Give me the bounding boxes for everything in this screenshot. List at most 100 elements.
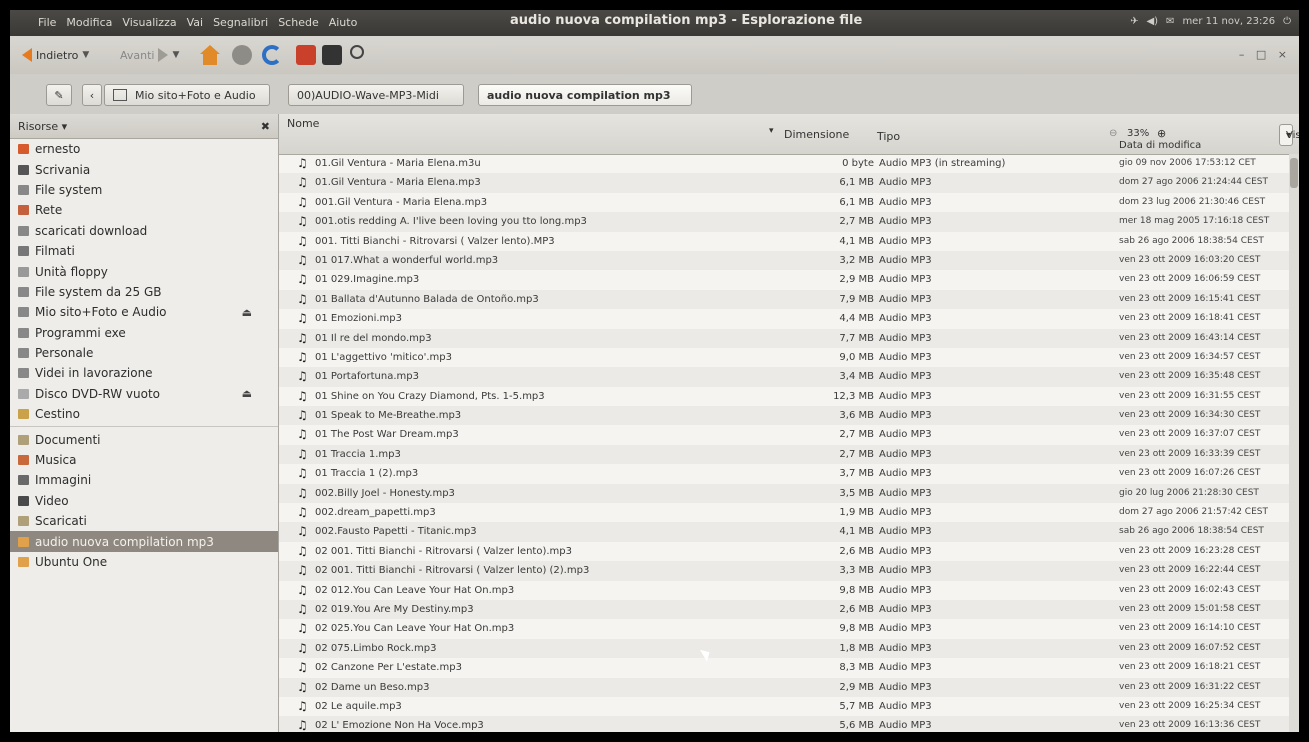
table-row[interactable]: ♫ 01 Emozioni.mp3 4,4 MB Audio MP3 ven 23 ot… — [279, 309, 1299, 328]
eject-icon[interactable]: ⏏ — [242, 387, 252, 400]
close-window-icon[interactable]: × — [1278, 48, 1291, 61]
table-row[interactable]: ♫ 02 Le aquile.mp3 5,7 MB Audio MP3 ven 23 o… — [279, 697, 1299, 716]
image-view-icon[interactable] — [296, 45, 316, 65]
table-row[interactable]: ♫ 02 025.You Can Leave Your Hat On.mp3 9,8… — [279, 619, 1299, 638]
sidebar-item[interactable]: Personale — [10, 343, 278, 363]
sort-arrow-icon[interactable]: ▾ — [769, 126, 774, 136]
table-row[interactable]: ♫ 01 Traccia 1.mp3 2,7 MB Audio MP3 ven 23 o… — [279, 444, 1299, 465]
stop-icon[interactable] — [232, 45, 252, 65]
power-icon[interactable]: ⏻ — [1283, 16, 1291, 27]
path-left-button[interactable]: ‹ — [82, 84, 102, 106]
table-row[interactable]: ♫ 01 Portafortuna.mp3 3,4 MB Audio MP3 ven 2… — [279, 367, 1299, 387]
sidebar-header[interactable]: Risorse ▾ ✖ — [10, 114, 278, 139]
zoom-out-icon[interactable]: ⊖ — [1109, 128, 1117, 139]
menu-vai[interactable]: Vai — [187, 16, 203, 29]
table-row[interactable]: ♫ 02 019.You Are My Destiny.mp3 2,6 MB Audi… — [279, 599, 1299, 620]
table-row[interactable]: ♫ 02 Canzone Per L'estate.mp3 8,3 MB Audio … — [279, 658, 1299, 677]
menu-schede[interactable]: Schede — [278, 16, 319, 29]
volume-icon[interactable]: ◀) — [1146, 16, 1158, 27]
minimize-icon[interactable]: – — [1239, 48, 1249, 61]
sidebar-item[interactable]: Videi in lavorazione — [10, 363, 278, 383]
close-sidebar-icon[interactable]: ✖ — [261, 120, 270, 133]
sidebar-item[interactable]: Ubuntu One — [10, 552, 278, 572]
menu-segnalibri[interactable]: Segnalibri — [213, 16, 268, 29]
sidebar-item[interactable]: Cestino — [10, 404, 278, 424]
sidebar-item[interactable]: Programmi exe — [10, 323, 278, 343]
scrollbar-thumb[interactable] — [1290, 158, 1298, 188]
sidebar-item[interactable]: Filmati — [10, 241, 278, 261]
sidebar-item[interactable]: Disco DVD-RW vuoto ⏏ — [10, 384, 278, 404]
menu-file[interactable]: File — [38, 16, 56, 29]
crumb-mio-sito[interactable]: Mio sito+Foto e Audio — [104, 84, 270, 106]
table-row[interactable]: ♫ 01 017.What a wonderful world.mp3 3,2 MB… — [279, 250, 1299, 271]
sidebar-item[interactable]: Documenti — [10, 429, 278, 449]
vertical-scrollbar[interactable] — [1289, 154, 1299, 732]
file-type: Audio MP3 — [879, 274, 932, 286]
sidebar-item[interactable]: Rete — [10, 200, 278, 220]
table-row[interactable]: ♫ 001.Gil Ventura - Maria Elena.mp3 6,1 MB… — [279, 193, 1299, 212]
computer-icon[interactable] — [322, 45, 342, 65]
search-icon[interactable] — [350, 45, 364, 59]
clock[interactable]: mer 11 nov, 23:26 — [1182, 16, 1275, 27]
sidebar-item[interactable]: Video — [10, 491, 278, 511]
zoom-in-icon[interactable]: ⊕ — [1157, 127, 1166, 140]
table-row[interactable]: ♫ 002.Billy Joel - Honesty.mp3 3,5 MB Audio… — [279, 483, 1299, 504]
column-date[interactable]: Data di modifica — [1119, 140, 1201, 151]
table-row[interactable]: ♫ 002.dream_papetti.mp3 1,9 MB Audio MP3 dom… — [279, 503, 1299, 522]
forward-button[interactable]: Avanti ▼ — [120, 45, 179, 65]
table-row[interactable]: ♫ 01 The Post War Dream.mp3 2,7 MB Audio MP… — [279, 425, 1299, 444]
sidebar-item[interactable]: Mio sito+Foto e Audio ⏏ — [10, 302, 278, 322]
menu-modifica[interactable]: Modifica — [66, 16, 112, 29]
table-row[interactable]: ♫ 002.Fausto Papetti - Titanic.mp3 4,1 MB A… — [279, 522, 1299, 542]
music-note-icon: ♫ — [297, 698, 308, 713]
table-row[interactable]: ♫ 01 029.Imagine.mp3 2,9 MB Audio MP3 ven 23… — [279, 270, 1299, 289]
sidebar-item[interactable]: File system da 25 GB — [10, 282, 278, 302]
crumb-audio-wave[interactable]: 00)AUDIO-Wave-MP3-Midi — [288, 84, 464, 106]
eject-icon[interactable]: ⏏ — [242, 306, 252, 319]
sidebar-item[interactable]: Scrivania — [10, 159, 278, 179]
table-row[interactable]: ♫ 001. Titti Bianchi - Ritrovarsi ( Valze… — [279, 232, 1299, 251]
table-row[interactable]: ♫ 001.otis redding A. I'live been loving … — [279, 212, 1299, 232]
table-row[interactable]: ♫ 01 Ballata d'Autunno Balada de Ontoño.m… — [279, 289, 1299, 310]
table-row[interactable]: ♫ 01 L'aggettivo 'mitico'.mp3 9,0 MB Audio … — [279, 348, 1299, 367]
menu-visualizza[interactable]: Visualizza — [122, 16, 176, 29]
home-icon[interactable] — [200, 45, 220, 65]
reload-icon[interactable] — [262, 45, 282, 65]
table-row[interactable]: ♫ 02 L' Emozione Non Ha Voce.mp3 5,6 MB Aud… — [279, 716, 1299, 732]
sidebar-item[interactable]: Musica — [10, 450, 278, 470]
maximize-icon[interactable]: □ — [1256, 48, 1270, 61]
table-row[interactable]: ♫ 01.Gil Ventura - Maria Elena.m3u 0 byte A… — [279, 154, 1299, 173]
view-mode-select[interactable]: Vista a elenco ▾ — [1279, 124, 1299, 146]
sidebar-item[interactable]: Unità floppy — [10, 261, 278, 281]
sidebar-item[interactable]: Immagini — [10, 470, 278, 490]
edit-location-button[interactable]: ✎ — [46, 84, 72, 106]
sidebar-item[interactable]: File system — [10, 180, 278, 200]
table-row[interactable]: ♫ 02 001. Titti Bianchi - Ritrovarsi ( Va… — [279, 542, 1299, 561]
menu-aiuto[interactable]: Aiuto — [329, 16, 358, 29]
column-type[interactable]: Tipo — [877, 130, 900, 143]
table-row[interactable]: ♫ 02 012.You Can Leave Your Hat On.mp3 9,8… — [279, 581, 1299, 600]
file-date: ven 23 ott 2009 16:22:44 CEST — [1119, 565, 1261, 576]
column-size[interactable]: Dimensione — [784, 128, 849, 141]
crumb-current-folder[interactable]: audio nuova compilation mp3 — [478, 84, 692, 106]
network-icon[interactable]: ✈ — [1130, 16, 1138, 27]
table-row[interactable]: ♫ 01 Il re del mondo.mp3 7,7 MB Audio MP3 ve… — [279, 328, 1299, 348]
column-name[interactable]: Nome — [287, 117, 319, 130]
table-row[interactable]: ♫ 02 075.Limbo Rock.mp3 1,8 MB Audio MP3 ven… — [279, 638, 1299, 659]
mail-icon[interactable]: ✉ — [1166, 16, 1174, 27]
back-button[interactable]: Indietro ▼ — [22, 45, 89, 65]
forward-dropdown-icon[interactable]: ▼ — [172, 50, 179, 60]
table-row[interactable]: ♫ 01 Speak to Me-Breathe.mp3 3,6 MB Audio M… — [279, 406, 1299, 426]
sidebar-item[interactable]: scaricati download — [10, 221, 278, 241]
table-row[interactable]: ♫ 02 Dame un Beso.mp3 2,9 MB Audio MP3 ven 2… — [279, 677, 1299, 697]
file-manager-window: File Modifica Visualizza Vai Segnalibri … — [10, 10, 1299, 732]
back-dropdown-icon[interactable]: ▼ — [82, 50, 89, 60]
table-row[interactable]: ♫ 01 Shine on You Crazy Diamond, Pts. 1-5… — [279, 387, 1299, 406]
table-row[interactable]: ♫ 01.Gil Ventura - Maria Elena.mp3 6,1 MB A… — [279, 173, 1299, 193]
file-date: ven 23 ott 2009 16:33:39 CEST — [1119, 448, 1261, 459]
table-row[interactable]: ♫ 02 001. Titti Bianchi - Ritrovarsi ( Va… — [279, 561, 1299, 581]
table-row[interactable]: ♫ 01 Traccia 1 (2).mp3 3,7 MB Audio MP3 ven … — [279, 464, 1299, 483]
sidebar-item[interactable]: ernesto — [10, 139, 278, 159]
sidebar-item[interactable]: Scaricati — [10, 511, 278, 531]
sidebar-item[interactable]: audio nuova compilation mp3 — [10, 531, 278, 552]
